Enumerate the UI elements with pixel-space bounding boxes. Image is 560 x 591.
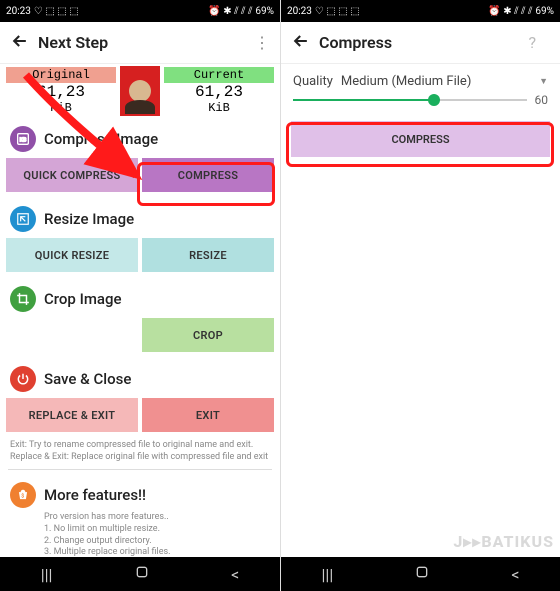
nav-bar: ||| < xyxy=(0,557,280,591)
crop-icon xyxy=(10,286,36,312)
nav-back[interactable]: < xyxy=(231,565,239,584)
crop-button[interactable]: CROP xyxy=(142,318,274,352)
size-comparison: Original 61,23 KiB Current 61,23 KiB xyxy=(0,64,280,118)
original-size: 61,23 xyxy=(6,83,116,101)
nav-recent[interactable]: ||| xyxy=(322,565,334,584)
resize-button[interactable]: RESIZE xyxy=(142,238,274,272)
svg-text:$: $ xyxy=(21,493,24,500)
svg-text:KB: KB xyxy=(20,138,27,144)
nav-home[interactable] xyxy=(134,564,150,584)
current-size: 61,23 xyxy=(164,83,274,101)
exit-button[interactable]: EXIT xyxy=(142,398,274,432)
left-screen: 20:23♡ ⬚ ⬚ ⬚ ⏰ ✱ ⫽ ⫽ ⫽69% Next Step ⋮ Or… xyxy=(0,0,280,591)
section-crop: Crop Image xyxy=(0,278,280,316)
status-bar: 20:23♡ ⬚ ⬚ ⬚ ⏰ ✱ ⫽ ⫽ ⫽69% xyxy=(281,0,560,22)
image-thumbnail[interactable] xyxy=(120,66,160,116)
back-icon[interactable] xyxy=(291,31,311,55)
right-screen: 20:23♡ ⬚ ⬚ ⬚ ⏰ ✱ ⫽ ⫽ ⫽69% Compress ? Qua… xyxy=(280,0,560,591)
compress-icon: KB xyxy=(10,126,36,152)
section-save: Save & Close xyxy=(0,358,280,396)
compress-button[interactable]: COMPRESS xyxy=(142,158,274,192)
section-resize: Resize Image xyxy=(0,198,280,236)
status-time: 20:23 xyxy=(6,6,31,17)
watermark: J▸▸BATIKUS xyxy=(453,532,554,551)
quality-label: Quality xyxy=(293,74,333,89)
back-icon[interactable] xyxy=(10,31,30,55)
compress-button[interactable]: COMPRESS xyxy=(291,121,550,157)
status-bar: 20:23♡ ⬚ ⬚ ⬚ ⏰ ✱ ⫽ ⫽ ⫽69% xyxy=(0,0,280,22)
save-note: Exit: Try to rename compressed file to o… xyxy=(0,438,280,465)
replace-exit-button[interactable]: REPLACE & EXIT xyxy=(6,398,138,432)
status-battery: 69% xyxy=(255,6,274,17)
resize-icon xyxy=(10,206,36,232)
page-title: Next Step xyxy=(38,33,226,52)
original-label: Original xyxy=(6,67,116,83)
app-bar: Compress ? xyxy=(281,22,560,64)
page-title: Compress xyxy=(319,33,528,52)
quality-dropdown[interactable]: Quality Medium (Medium File) ▼ xyxy=(281,64,560,93)
power-icon xyxy=(10,366,36,392)
bag-icon: $ xyxy=(10,482,36,508)
more-icon[interactable]: ⋮ xyxy=(254,33,270,52)
nav-home[interactable] xyxy=(414,564,430,584)
quality-slider[interactable]: 60 xyxy=(281,93,560,117)
current-label: Current xyxy=(164,67,274,83)
app-bar: Next Step ⋮ xyxy=(0,22,280,64)
nav-back[interactable]: < xyxy=(511,565,519,584)
quality-value: Medium (Medium File) xyxy=(341,74,471,89)
section-more: $ More features!! xyxy=(0,474,280,512)
features-list: Pro version has more features.. 1. No li… xyxy=(0,512,280,559)
nav-recent[interactable]: ||| xyxy=(41,565,53,584)
chevron-down-icon: ▼ xyxy=(539,76,548,87)
quick-compress-button[interactable]: QUICK COMPRESS xyxy=(6,158,138,192)
slider-value: 60 xyxy=(535,93,549,107)
help-icon[interactable]: ? xyxy=(528,33,536,52)
quick-resize-button[interactable]: QUICK RESIZE xyxy=(6,238,138,272)
nav-bar: ||| < xyxy=(281,557,560,591)
section-compress: KB Compress Image xyxy=(0,118,280,156)
